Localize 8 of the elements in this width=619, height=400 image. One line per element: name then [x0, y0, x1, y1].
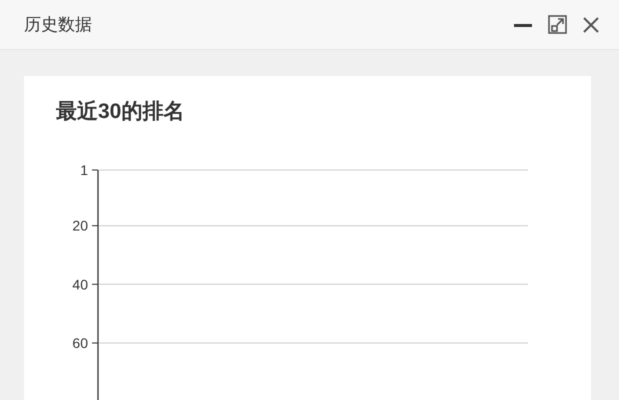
close-icon[interactable]: [581, 14, 601, 34]
axis-label: 60: [72, 335, 88, 351]
axis-label: 1: [80, 162, 88, 178]
axis-label: 40: [72, 276, 88, 292]
window-title: 历史数据: [24, 14, 92, 36]
maximize-icon[interactable]: [547, 14, 567, 34]
chart-title: 最近30的排名: [56, 99, 184, 125]
axis-label: 20: [72, 218, 88, 234]
